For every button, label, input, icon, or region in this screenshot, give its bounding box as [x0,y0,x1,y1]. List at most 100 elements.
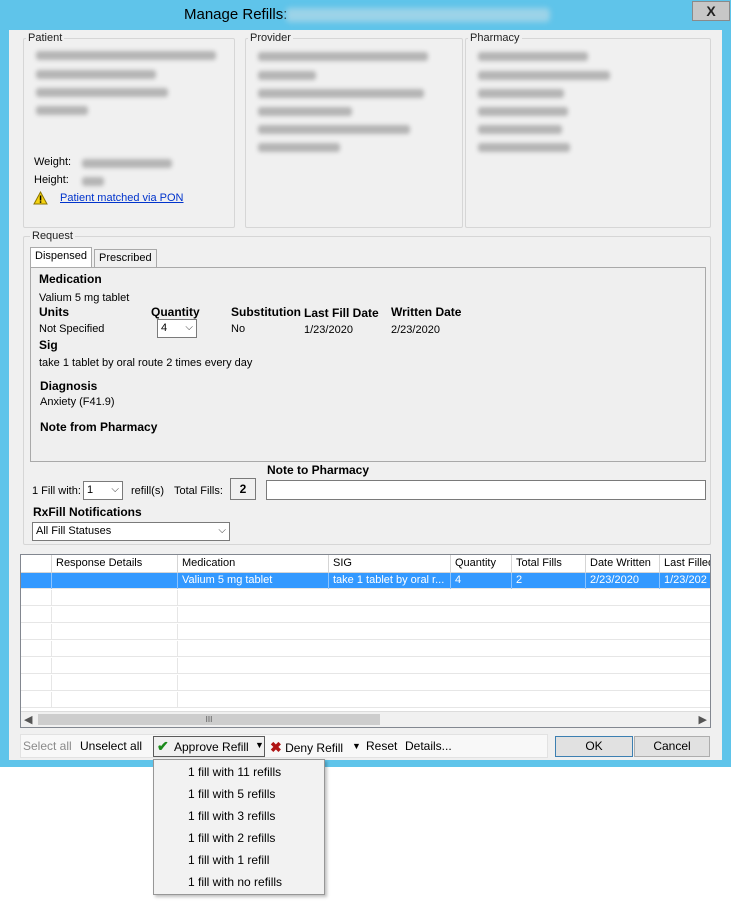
column-header[interactable] [21,555,52,573]
chevron-down-icon: ⌵ [218,525,226,536]
request-label: Request [30,230,75,242]
units-value: Not Specified [39,323,105,335]
quantity-select[interactable]: 4 ⌵ [157,319,197,338]
menu-item[interactable]: 1 fill with 11 refills [154,761,324,783]
table-cell [21,692,52,708]
empty-row [21,624,710,640]
table-cell [52,692,178,708]
written-date-value: 2/23/2020 [391,324,440,336]
height-label: Height: [34,174,69,186]
column-header[interactable]: Medication [178,555,329,573]
details-button[interactable]: Details... [405,739,452,753]
note-to-pharmacy-input[interactable] [266,480,706,500]
horizontal-scrollbar[interactable]: ◀ III ▶ [21,711,710,727]
table-cell [21,590,52,606]
column-header[interactable]: Quantity [451,555,512,573]
redacted-line [478,143,570,152]
fill-with-label: 1 Fill with: [32,485,81,497]
table-cell: take 1 tablet by oral r... [329,573,451,589]
menu-item[interactable]: 1 fill with 1 refill [154,849,324,871]
patient-matched-link[interactable]: Patient matched via PON [60,192,184,204]
ok-button[interactable]: OK [555,736,633,757]
redacted-line [36,51,216,60]
tab-prescribed[interactable]: Prescribed [94,249,157,268]
redacted-line [36,88,168,97]
check-icon: ✔ [157,738,169,754]
deny-refill-label: Deny Refill [285,741,344,755]
table-cell [52,607,178,623]
dispensed-panel: Medication Valium 5 mg tablet Units Not … [30,267,706,462]
cancel-button[interactable]: Cancel [634,736,710,757]
last-fill-heading: Last Fill Date [304,306,379,320]
redacted-line [478,89,564,98]
x-icon: ✖ [270,739,282,755]
scroll-right-icon[interactable]: ▶ [699,713,707,726]
redacted-line [258,52,428,61]
redacted-line [258,143,340,152]
pharmacy-label: Pharmacy [468,32,522,44]
close-button[interactable]: X [692,1,730,21]
empty-row [21,590,710,606]
approve-refill-label: Approve Refill [174,740,249,754]
rxfill-select[interactable]: All Fill Statuses ⌵ [32,522,230,541]
title-bar[interactable]: Manage Refills: X [0,0,731,30]
tab-dispensed[interactable]: Dispensed [30,247,92,268]
empty-row [21,675,710,691]
redacted-line [478,107,568,116]
scroll-thumb[interactable]: III [38,714,380,725]
column-header[interactable]: Total Fills [512,555,586,573]
column-header[interactable]: Last Filled [660,555,710,573]
redacted-line [258,125,410,134]
substitution-heading: Substitution [231,305,301,319]
dropdown-arrow-icon[interactable]: ▼ [255,740,264,750]
column-header[interactable]: SIG [329,555,451,573]
provider-label: Provider [248,32,293,44]
total-fills-label: Total Fills: [174,485,223,497]
menu-item[interactable]: 1 fill with no refills [154,871,324,893]
diagnosis-heading: Diagnosis [40,379,98,393]
approve-refill-button[interactable]: ✔ Approve Refill ▼ [153,736,265,757]
unselect-all-button[interactable]: Unselect all [80,739,142,753]
chevron-down-icon: ⌵ [185,322,193,333]
redacted-patient-name [286,8,550,22]
redacted-weight [82,159,172,168]
refills-value: 1 [87,484,94,496]
table-cell [21,641,52,657]
empty-row [21,607,710,623]
table-cell [52,590,178,606]
rxfill-value: All Fill Statuses [36,525,112,537]
empty-row [21,658,710,674]
table-cell [52,658,178,674]
dropdown-arrow-icon[interactable]: ▼ [352,741,361,751]
menu-item[interactable]: 1 fill with 5 refills [154,783,324,805]
last-fill-value: 1/23/2020 [304,324,353,336]
patient-label: Patient [26,32,65,44]
reset-button[interactable]: Reset [366,739,397,753]
deny-refill-button[interactable]: ✖ Deny Refill [270,739,343,756]
rxfill-label: RxFill Notifications [33,505,142,519]
column-header[interactable]: Response Details [52,555,178,573]
note-to-pharmacy-label: Note to Pharmacy [267,463,370,477]
column-header[interactable]: Date Written [586,555,660,573]
redacted-line [258,107,352,116]
table-cell [52,624,178,640]
warning-icon [33,190,48,208]
dialog-body: Patient Weight: Height: Patient matched … [9,30,722,760]
table-cell: 4 [451,573,512,589]
chevron-down-icon: ⌵ [111,484,119,495]
select-all-button[interactable]: Select all [23,739,72,753]
table-cell: 1/23/202 [664,574,707,586]
scroll-left-icon[interactable]: ◀ [24,713,32,726]
refills-select[interactable]: 1 ⌵ [83,481,123,500]
empty-row [21,641,710,657]
menu-item[interactable]: 1 fill with 2 refills [154,827,324,849]
menu-item[interactable]: 1 fill with 3 refills [154,805,324,827]
window-title: Manage Refills: [184,6,288,23]
table-row[interactable]: Valium 5 mg tablet take 1 tablet by oral… [21,573,710,589]
redacted-line [36,70,156,79]
redacted-line [478,71,610,80]
redacted-line [36,106,88,115]
table-cell [21,624,52,640]
redacted-line [258,71,316,80]
table-cell: 2/23/2020 [586,573,660,589]
